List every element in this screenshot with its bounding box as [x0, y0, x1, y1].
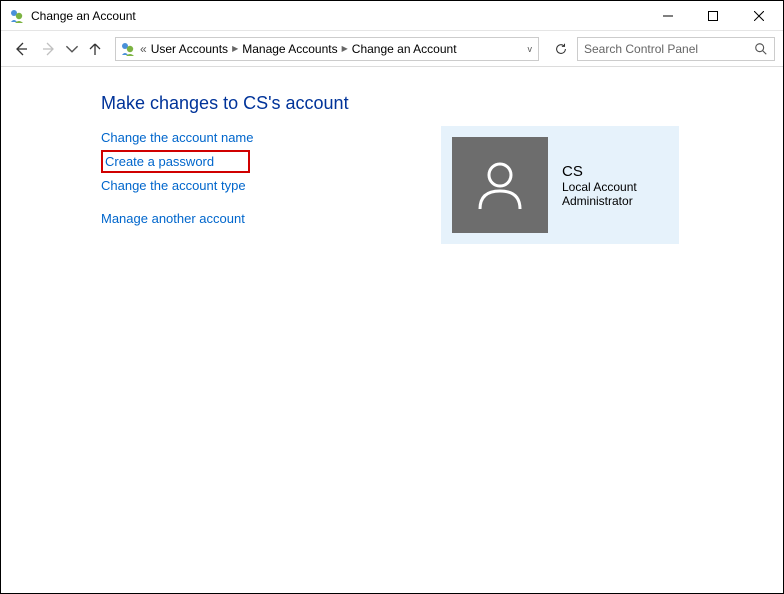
user-accounts-icon — [120, 41, 136, 57]
breadcrumb-manage-accounts[interactable]: Manage Accounts — [240, 42, 339, 56]
link-change-account-type[interactable]: Change the account type — [101, 174, 441, 197]
window-title: Change an Account — [31, 9, 645, 23]
user-accounts-icon — [9, 8, 25, 24]
action-links: Change the account name Create a passwor… — [101, 126, 441, 230]
titlebar: Change an Account — [1, 1, 783, 31]
breadcrumb-overflow[interactable]: « — [140, 42, 147, 56]
back-button[interactable] — [9, 37, 33, 61]
address-dropdown-icon[interactable]: v — [528, 44, 533, 54]
toolbar: « User Accounts ▶ Manage Accounts ▶ Chan… — [1, 31, 783, 67]
search-icon[interactable] — [754, 42, 768, 56]
account-type: Local Account — [562, 180, 637, 194]
account-name: CS — [562, 163, 637, 180]
search-box[interactable] — [577, 37, 775, 61]
link-manage-another-account[interactable]: Manage another account — [101, 207, 441, 230]
account-info: CS Local Account Administrator — [562, 163, 637, 208]
avatar — [452, 137, 548, 233]
account-card: CS Local Account Administrator — [441, 126, 679, 244]
search-input[interactable] — [584, 42, 754, 56]
maximize-button[interactable] — [690, 1, 735, 30]
forward-button[interactable] — [37, 37, 61, 61]
breadcrumb-user-accounts[interactable]: User Accounts — [149, 42, 230, 56]
window-controls — [645, 1, 783, 30]
chevron-right-icon[interactable]: ▶ — [230, 44, 240, 53]
minimize-button[interactable] — [645, 1, 690, 30]
account-role: Administrator — [562, 194, 637, 208]
breadcrumb-change-account[interactable]: Change an Account — [350, 42, 459, 56]
refresh-button[interactable] — [549, 37, 573, 61]
link-create-password[interactable]: Create a password — [101, 150, 250, 173]
chevron-right-icon[interactable]: ▶ — [340, 44, 350, 53]
link-change-account-name[interactable]: Change the account name — [101, 126, 441, 149]
page-heading: Make changes to CS's account — [101, 93, 783, 114]
address-bar[interactable]: « User Accounts ▶ Manage Accounts ▶ Chan… — [115, 37, 539, 61]
up-button[interactable] — [83, 37, 107, 61]
content-area: Make changes to CS's account Change the … — [1, 67, 783, 244]
recent-locations-dropdown[interactable] — [65, 37, 79, 61]
close-button[interactable] — [735, 1, 783, 30]
